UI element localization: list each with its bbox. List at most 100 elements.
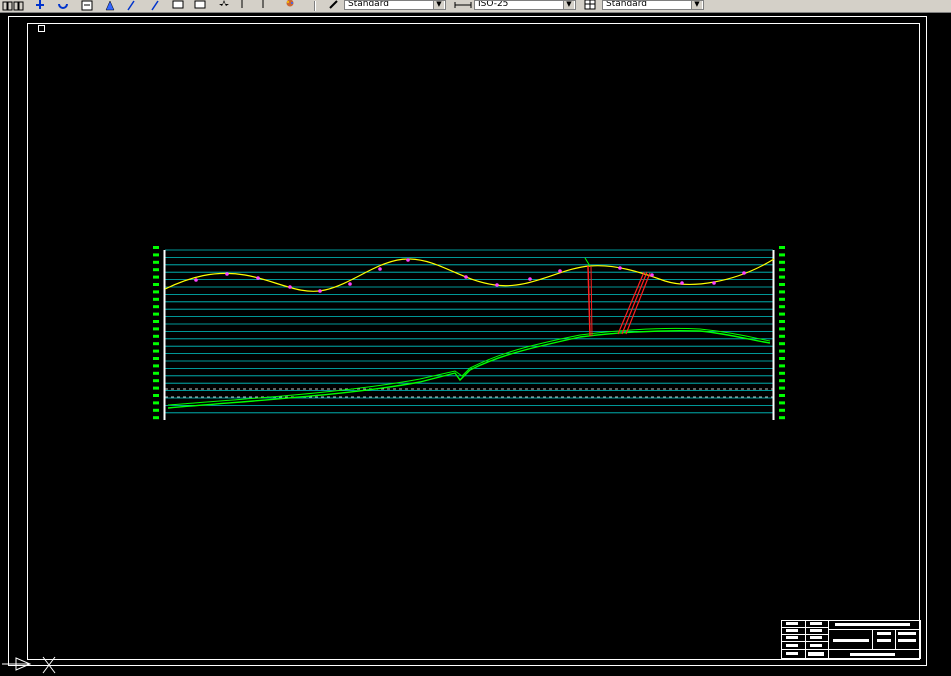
curve-markers xyxy=(194,258,746,293)
dim-style-icon xyxy=(454,2,472,8)
dim-style-combo[interactable]: ISO-25 ▼ xyxy=(474,0,576,10)
ucs-axis-icon xyxy=(2,657,32,671)
paper-inner-frame xyxy=(27,23,920,660)
rectangle-icon[interactable] xyxy=(172,0,184,11)
grid-tick xyxy=(153,394,159,397)
curve-marker xyxy=(288,285,292,289)
grid-tick xyxy=(779,357,785,360)
grid-tick xyxy=(779,401,785,405)
grid-tick xyxy=(153,379,159,383)
curve-marker xyxy=(680,281,684,285)
grid-tick xyxy=(153,283,159,286)
grid-tick xyxy=(153,364,159,368)
text-style-value: Standard xyxy=(348,0,389,9)
grid-tick xyxy=(779,297,785,301)
dim-style-value: ISO-25 xyxy=(478,0,509,9)
grid-tick xyxy=(779,305,785,309)
grid-tick xyxy=(779,416,785,420)
table-style-combo[interactable]: Standard ▼ xyxy=(602,0,704,10)
refresh-icon[interactable] xyxy=(57,0,69,11)
grid-tick xyxy=(153,312,159,316)
curve-marker xyxy=(650,273,654,277)
grid-tick xyxy=(153,408,159,412)
curve-marker xyxy=(464,275,468,279)
grid-tick xyxy=(779,364,785,368)
curve-marker xyxy=(318,289,322,293)
grid-tick xyxy=(153,416,159,420)
curve-marker xyxy=(495,283,499,287)
alignment-curve xyxy=(164,258,775,292)
grid-tick xyxy=(779,408,785,412)
properties-icon[interactable] xyxy=(81,0,93,11)
grid-tick xyxy=(153,268,159,272)
curve-marker xyxy=(528,277,532,281)
rectangle-icon[interactable] xyxy=(194,0,206,11)
grid-tick xyxy=(779,349,785,353)
curve-marker xyxy=(406,258,410,262)
brace-line xyxy=(617,271,645,335)
grid-tick xyxy=(779,386,785,390)
grid-tick xyxy=(779,320,785,323)
curve-marker xyxy=(742,271,746,275)
grid-tick xyxy=(153,327,159,331)
grid-tick xyxy=(153,253,159,257)
grid-tick xyxy=(779,283,785,286)
curve-marker xyxy=(225,272,229,276)
palette-icon[interactable] xyxy=(284,0,296,11)
grid-tick xyxy=(153,342,159,346)
curve-marker xyxy=(348,282,352,286)
grid-tick xyxy=(779,342,785,346)
grid-tick xyxy=(779,327,785,331)
drawing-canvas[interactable] xyxy=(0,12,951,676)
design-profile-line xyxy=(167,327,771,406)
curve-marker xyxy=(558,269,562,273)
grid-tick xyxy=(153,320,159,323)
pier-line xyxy=(590,265,593,337)
table-style-value: Standard xyxy=(606,0,647,9)
paper-outer-frame xyxy=(8,16,927,666)
grid-tick xyxy=(153,357,159,360)
grid-tick xyxy=(153,386,159,390)
viewport-marker-icon xyxy=(38,25,45,32)
grid-tick xyxy=(153,334,159,338)
grid-tick xyxy=(153,290,159,294)
table-style-icon xyxy=(584,0,596,10)
line-icon[interactable] xyxy=(126,0,138,11)
grid-tick xyxy=(153,349,159,353)
grid-tick xyxy=(153,401,159,405)
chevron-down-icon[interactable]: ▼ xyxy=(563,1,574,9)
grid-tick xyxy=(779,334,785,338)
toolbar-separator xyxy=(314,1,316,11)
pier-line xyxy=(587,265,591,337)
chevron-down-icon[interactable]: ▼ xyxy=(691,1,702,9)
polyline-icon[interactable] xyxy=(150,0,162,11)
grid-tick xyxy=(779,260,785,264)
grid-tick xyxy=(153,260,159,264)
chevron-down-icon[interactable]: ▼ xyxy=(433,1,444,9)
grid-tick xyxy=(153,275,159,279)
title-block xyxy=(781,620,921,659)
brace-line xyxy=(625,272,651,335)
grid-tick xyxy=(779,371,785,375)
point-icon[interactable] xyxy=(258,0,270,11)
grid-tick xyxy=(153,305,159,309)
text-style-combo[interactable]: Standard ▼ xyxy=(344,0,446,10)
curve-marker xyxy=(256,276,260,280)
star-icon[interactable] xyxy=(218,0,230,11)
brace-line xyxy=(621,271,648,335)
curve-marker xyxy=(378,267,382,271)
tile-icon[interactable] xyxy=(13,0,25,11)
insert-icon[interactable] xyxy=(238,0,250,11)
grid-tick xyxy=(779,253,785,257)
grid-tick xyxy=(779,275,785,279)
grid-tick xyxy=(779,394,785,397)
measure-icon[interactable] xyxy=(104,0,116,11)
grid-tick xyxy=(779,268,785,272)
grid-tick xyxy=(779,379,785,383)
grid-tick xyxy=(153,246,159,249)
pan-icon[interactable] xyxy=(34,0,46,11)
curve-marker xyxy=(712,281,716,285)
curve-marker xyxy=(194,278,198,282)
grid-tick xyxy=(779,290,785,294)
grid-tick xyxy=(153,297,159,301)
